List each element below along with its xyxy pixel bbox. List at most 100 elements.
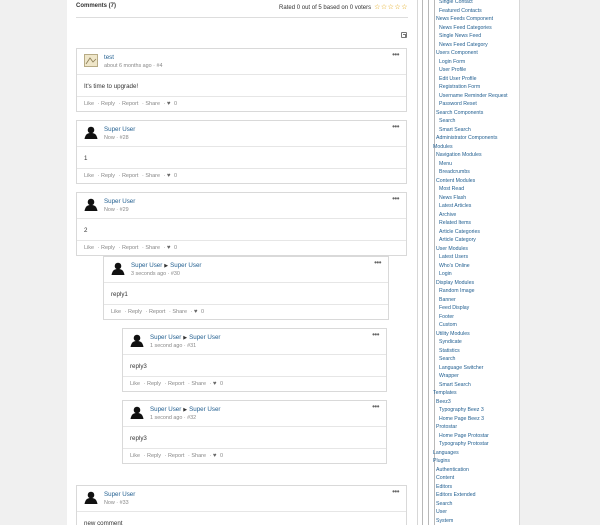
avatar[interactable] (84, 491, 98, 504)
share-button[interactable]: Share (145, 173, 160, 179)
sitemap-link[interactable]: Password Reset (430, 100, 518, 109)
sitemap-link[interactable]: Beez3 (430, 398, 518, 407)
more-options-icon[interactable]: ••• (392, 194, 399, 203)
sitemap-link[interactable]: Feed Display (430, 304, 518, 313)
like-button[interactable]: Like (130, 453, 140, 459)
sitemap-link[interactable]: User Profile (430, 66, 518, 75)
sitemap-link[interactable]: Search (430, 500, 518, 509)
sitemap-link[interactable]: Breadcrumbs (430, 168, 518, 177)
reply-button[interactable]: Reply (101, 101, 115, 107)
comment-number[interactable]: #28 (120, 135, 129, 141)
comment-number[interactable]: #33 (120, 500, 129, 506)
sitemap-link[interactable]: Syndicate (430, 338, 518, 347)
sitemap-link[interactable]: Editors Extended (430, 491, 518, 500)
like-button[interactable]: Like (84, 101, 94, 107)
sitemap-link[interactable]: User Modules (430, 245, 518, 254)
sitemap-link[interactable]: Navigation Modules (430, 151, 518, 160)
report-button[interactable]: Report (122, 245, 139, 251)
avatar[interactable] (84, 126, 98, 139)
sitemap-link[interactable]: Latest Articles (430, 202, 518, 211)
like-button[interactable]: Like (84, 245, 94, 251)
sitemap-link[interactable]: Templates (430, 389, 518, 398)
sitemap-link[interactable]: Banner (430, 296, 518, 305)
share-button[interactable]: Share (191, 381, 206, 387)
sitemap-link[interactable]: Edit User Profile (430, 75, 518, 84)
reply-button[interactable]: Reply (128, 309, 142, 315)
sitemap-link[interactable]: Home Page Protostar (430, 432, 518, 441)
author-link[interactable]: Super User (150, 334, 181, 341)
reply-button[interactable]: Reply (147, 381, 161, 387)
author-link[interactable]: test (104, 54, 114, 61)
avatar[interactable] (130, 406, 144, 419)
author-link[interactable]: Super User (104, 126, 135, 133)
rating-stars[interactable]: ☆☆☆☆☆ (374, 4, 408, 11)
sitemap-link[interactable]: Related Items (430, 219, 518, 228)
sitemap-link[interactable]: Display Modules (430, 279, 518, 288)
report-button[interactable]: Report (149, 309, 166, 315)
comment-number[interactable]: #30 (171, 271, 180, 277)
sitemap-link[interactable]: Smart Search (430, 381, 518, 390)
sitemap-link[interactable]: Archive (430, 211, 518, 220)
reply-button[interactable]: Reply (101, 173, 115, 179)
like-button[interactable]: Like (130, 381, 140, 387)
reply-button[interactable]: Reply (147, 453, 161, 459)
sitemap-link[interactable]: Plugins (430, 457, 518, 466)
sitemap-link[interactable]: Languages (430, 449, 518, 458)
comment-number[interactable]: #29 (120, 207, 129, 213)
more-options-icon[interactable]: ••• (372, 330, 379, 339)
sitemap-link[interactable]: Custom (430, 321, 518, 330)
comment-number[interactable]: #31 (187, 343, 196, 349)
sitemap-link[interactable]: Utility Modules (430, 330, 518, 339)
more-options-icon[interactable]: ••• (392, 487, 399, 496)
more-options-icon[interactable]: ••• (392, 122, 399, 131)
sitemap-link[interactable]: Content Modules (430, 177, 518, 186)
sitemap-link[interactable]: System (430, 517, 518, 525)
reply-to-link[interactable]: Super User (189, 334, 220, 341)
sitemap-link[interactable]: Most Read (430, 185, 518, 194)
sitemap-link[interactable]: Home Page Beez 3 (430, 415, 518, 424)
sitemap-link[interactable]: Menu (430, 160, 518, 169)
sitemap-link[interactable]: Editors (430, 483, 518, 492)
share-button[interactable]: Share (172, 309, 187, 315)
sitemap-link[interactable]: Featured Contacts (430, 7, 518, 16)
sitemap-link[interactable]: Content (430, 474, 518, 483)
avatar[interactable] (130, 334, 144, 347)
sitemap-link[interactable]: Typography Beez 3 (430, 406, 518, 415)
report-button[interactable]: Report (168, 381, 185, 387)
report-button[interactable]: Report (122, 173, 139, 179)
author-link[interactable]: Super User (104, 491, 135, 498)
comment-number[interactable]: #4 (156, 63, 162, 69)
sitemap-link[interactable]: Administrator Components (430, 134, 518, 143)
sitemap-link[interactable]: Modules (430, 143, 518, 152)
report-button[interactable]: Report (168, 453, 185, 459)
like-button[interactable]: Like (111, 309, 121, 315)
avatar[interactable] (84, 54, 98, 67)
author-link[interactable]: Super User (104, 198, 135, 205)
sitemap-link[interactable]: Registration Form (430, 83, 518, 92)
sitemap-link[interactable]: Username Reminder Request (430, 92, 518, 101)
sitemap-link[interactable]: Latest Users (430, 253, 518, 262)
reply-to-link[interactable]: Super User (189, 406, 220, 413)
sitemap-link[interactable]: Article Category (430, 236, 518, 245)
sitemap-link[interactable]: Authentication (430, 466, 518, 475)
share-button[interactable]: Share (145, 101, 160, 107)
report-button[interactable]: Report (122, 101, 139, 107)
avatar[interactable] (111, 262, 125, 275)
comment-number[interactable]: #32 (187, 415, 196, 421)
sitemap-link[interactable]: Single News Feed (430, 32, 518, 41)
sitemap-link[interactable]: User (430, 508, 518, 517)
sitemap-link[interactable]: Random Image (430, 287, 518, 296)
sitemap-link[interactable]: News Feed Categories (430, 24, 518, 33)
sitemap-link[interactable]: News Feeds Component (430, 15, 518, 24)
sitemap-link[interactable]: Footer (430, 313, 518, 322)
sitemap-link[interactable]: News Feed Category (430, 41, 518, 50)
sitemap-link[interactable]: Login Form (430, 58, 518, 67)
like-button[interactable]: Like (84, 173, 94, 179)
sitemap-link[interactable]: Users Component (430, 49, 518, 58)
sitemap-link[interactable]: News Flash (430, 194, 518, 203)
avatar[interactable] (84, 198, 98, 211)
sitemap-link[interactable]: Article Categories (430, 228, 518, 237)
more-options-icon[interactable]: ••• (372, 402, 379, 411)
rss-icon[interactable] (401, 32, 407, 38)
share-button[interactable]: Share (145, 245, 160, 251)
